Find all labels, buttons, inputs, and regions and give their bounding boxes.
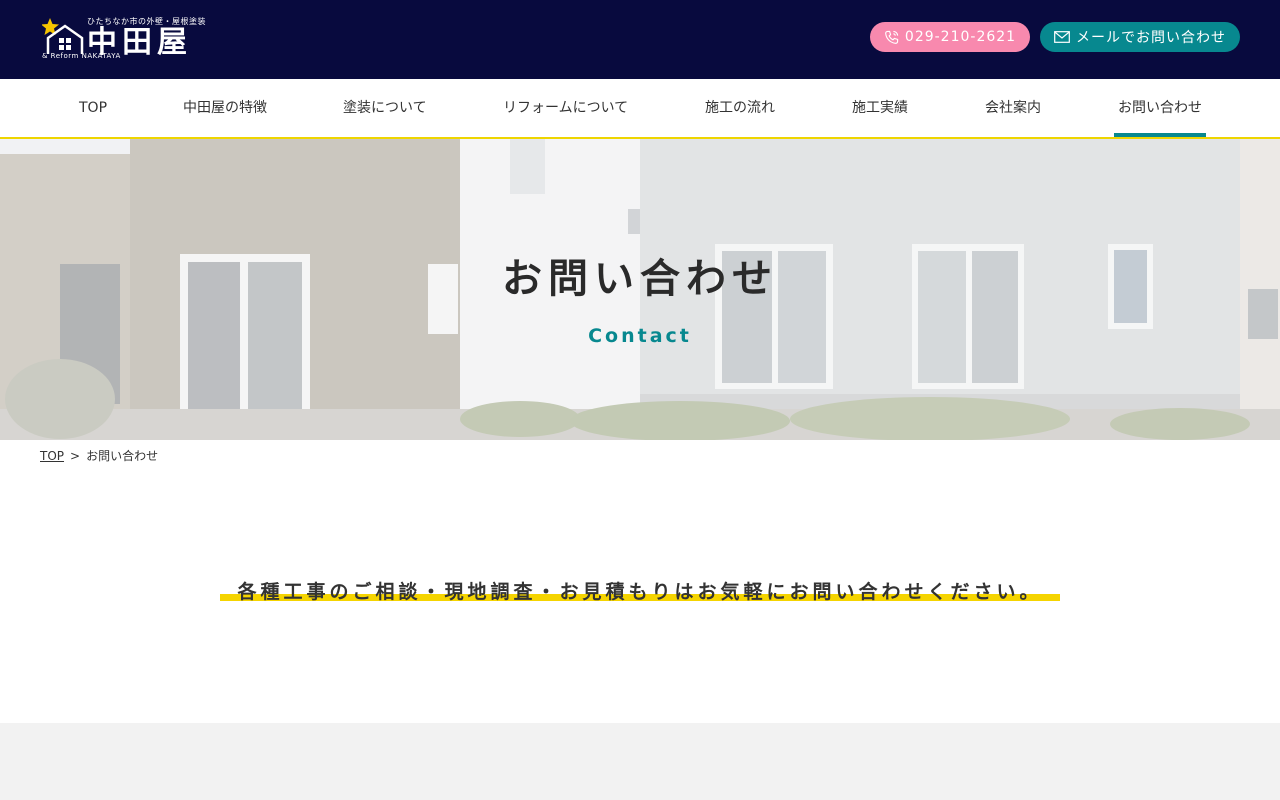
breadcrumb-home-link[interactable]: TOP <box>40 449 64 463</box>
main-nav: TOP 中田屋の特徴 塗装について リフォームについて 施工の流れ 施工実績 会… <box>0 79 1280 139</box>
logo-sub: & Reform NAKATAYA <box>42 52 121 60</box>
phone-button[interactable]: 029-210-2621 <box>870 22 1030 52</box>
nav-item-company[interactable]: 会社案内 <box>985 79 1041 137</box>
mail-button-label: メールでお問い合わせ <box>1076 30 1226 46</box>
nav-item-top[interactable]: TOP <box>79 79 107 137</box>
header-bar: ひたちなか市の外壁・屋根塗装 中田屋 & Reform NAKATAYA 029… <box>0 0 1280 79</box>
nav-item-reform[interactable]: リフォームについて <box>503 79 628 137</box>
nav-item-painting[interactable]: 塗装について <box>343 79 427 137</box>
nav-item-contact[interactable]: お問い合わせ <box>1114 79 1206 137</box>
breadcrumb-current: お問い合わせ <box>86 449 159 463</box>
mail-icon <box>1054 31 1070 43</box>
page-subtitle: Contact <box>588 325 692 347</box>
lead-message: 各種工事のご相談・現地調査・お見積もりはお気軽にお問い合わせください。 <box>220 578 1060 606</box>
nav-item-flow[interactable]: 施工の流れ <box>705 79 775 137</box>
mail-contact-button[interactable]: メールでお問い合わせ <box>1040 22 1240 52</box>
phone-number: 029-210-2621 <box>904 29 1017 45</box>
breadcrumb: TOP > お問い合わせ <box>40 447 158 464</box>
footer-band <box>0 723 1280 800</box>
nav-item-features[interactable]: 中田屋の特徴 <box>183 79 267 137</box>
breadcrumb-separator: > <box>70 449 81 463</box>
page-title: お問い合わせ <box>502 256 778 302</box>
lead-text: 各種工事のご相談・現地調査・お見積もりはお気軽にお問い合わせください。 <box>237 581 1043 603</box>
hero-banner: お問い合わせ Contact <box>0 139 1280 440</box>
site-logo[interactable]: ひたちなか市の外壁・屋根塗装 中田屋 & Reform NAKATAYA <box>42 16 212 62</box>
phone-icon <box>885 30 899 44</box>
nav-item-works[interactable]: 施工実績 <box>852 79 908 137</box>
